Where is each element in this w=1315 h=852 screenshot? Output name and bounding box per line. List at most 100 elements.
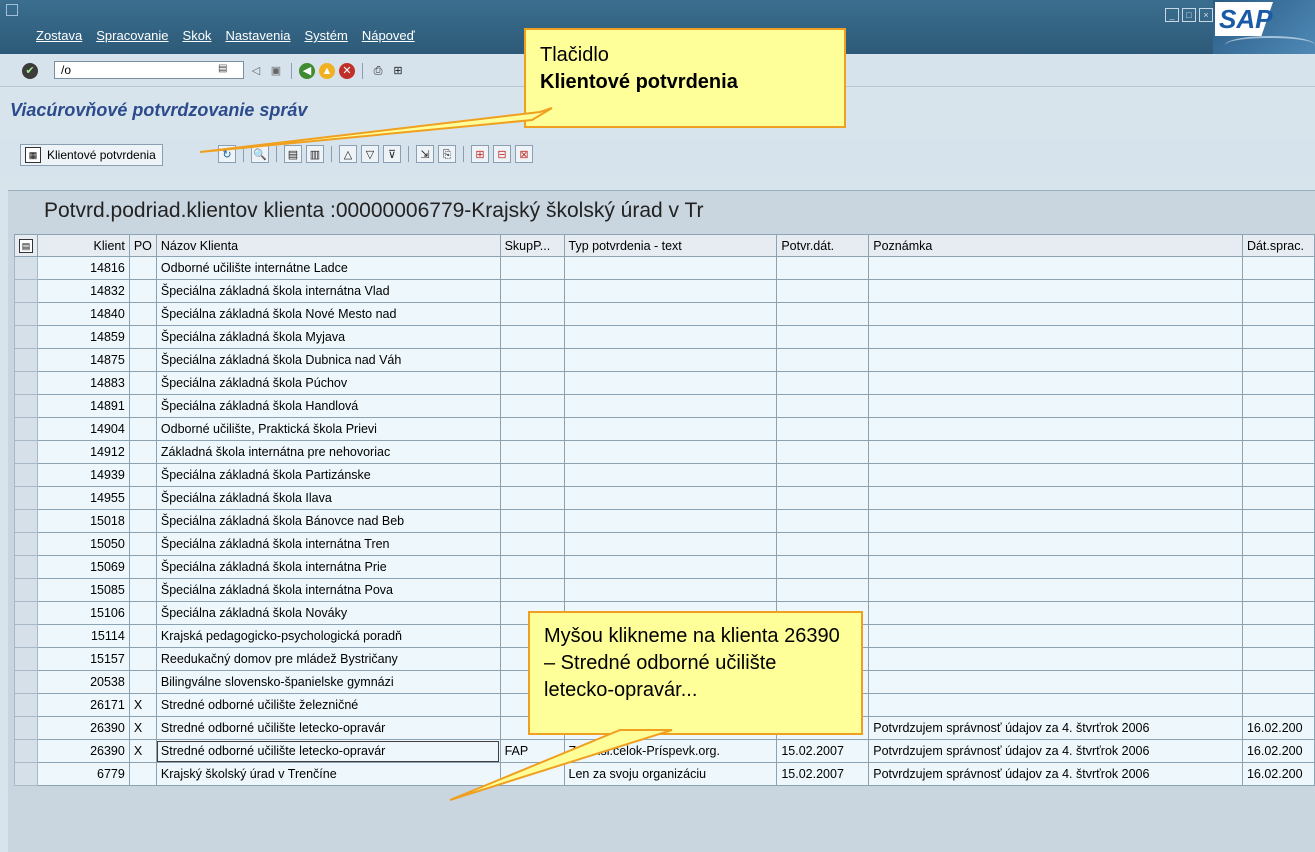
table-row[interactable]: 6779 Krajský školský úrad v Trenčíne Len z… [14,762,1315,786]
cell-nazov[interactable]: Špeciálna základná škola internátna Vlad [155,279,501,303]
cell-poznamka[interactable] [868,647,1243,671]
cell-po[interactable] [128,762,157,786]
cell-po[interactable] [128,509,157,533]
cell-poznamka[interactable] [868,601,1243,625]
cell-klient[interactable]: 14883 [37,371,130,395]
cell-typ[interactable] [563,325,778,349]
cell-potvr-dat[interactable] [776,256,870,280]
cell-dat-sprac[interactable] [1241,302,1315,326]
cell-typ[interactable] [563,256,778,280]
select-all-icon[interactable]: ▤ [284,145,302,163]
table-row[interactable]: 14939 Špeciálna základná škola Partizánsk… [14,463,1315,487]
cell-potvr-dat[interactable] [776,325,870,349]
cell-skupp[interactable] [499,348,565,372]
cell-po[interactable] [128,348,157,372]
cell-dat-sprac[interactable] [1241,624,1315,648]
cell-nazov[interactable]: Špeciálna základná škola Dubnica nad Váh [155,348,501,372]
cell-skupp[interactable] [499,394,565,418]
menu-nastavenia[interactable]: Nastavenia [225,28,290,50]
cell-klient[interactable]: 14939 [37,463,130,487]
cell-poznamka[interactable] [868,325,1243,349]
filter-off-icon[interactable]: ⊽ [383,145,401,163]
cell-po[interactable]: X [128,693,157,717]
table-row[interactable]: 15018 Špeciálna základná škola Bánovce na… [14,509,1315,533]
cell-skupp[interactable] [499,325,565,349]
row-selector[interactable] [14,739,38,763]
cell-typ[interactable] [563,417,778,441]
back-arrow-icon[interactable]: ◁ [248,63,264,79]
col-klient[interactable]: Klient [37,234,130,257]
cell-klient[interactable]: 26390 [37,716,130,740]
cell-dat-sprac[interactable] [1241,693,1315,717]
cell-skupp[interactable] [499,279,565,303]
system-menu-icon[interactable] [6,4,18,16]
col-nazov-klienta[interactable]: Názov Klienta [155,234,501,257]
row-selector[interactable] [14,716,38,740]
row-selector[interactable] [14,417,38,441]
cell-typ[interactable] [563,371,778,395]
cell-nazov[interactable]: Stredné odborné učilište železničné [155,693,501,717]
cell-dat-sprac[interactable]: 16.02.200 [1241,762,1315,786]
cell-dat-sprac[interactable] [1241,463,1315,487]
cell-poznamka[interactable] [868,256,1243,280]
cell-poznamka[interactable] [868,624,1243,648]
enter-icon[interactable]: ✔ [22,63,38,79]
cell-dat-sprac[interactable] [1241,325,1315,349]
table-row[interactable]: 15050 Špeciálna základná škola internátna… [14,532,1315,556]
row-selector[interactable] [14,325,38,349]
cell-dat-sprac[interactable] [1241,348,1315,372]
row-selector[interactable] [14,693,38,717]
cell-dat-sprac[interactable] [1241,371,1315,395]
col-potvr-dat[interactable]: Potvr.dát. [776,234,870,257]
cell-po[interactable] [128,440,157,464]
row-selector[interactable] [14,624,38,648]
cell-po[interactable] [128,256,157,280]
row-selector[interactable] [14,762,38,786]
cell-poznamka[interactable] [868,463,1243,487]
cell-skupp[interactable] [499,486,565,510]
cell-klient[interactable]: 14955 [37,486,130,510]
col-dat-sprac[interactable]: Dát.sprac. [1241,234,1315,257]
maximize-icon[interactable]: □ [1182,8,1196,22]
table-row[interactable]: 14816 Odborné učilište internátne Ladce [14,256,1315,280]
cell-nazov[interactable]: Špeciálna základná škola Myjava [155,325,501,349]
row-selector[interactable] [14,348,38,372]
row-selector[interactable] [14,394,38,418]
cell-po[interactable] [128,624,157,648]
cell-skupp[interactable] [499,371,565,395]
cell-dat-sprac[interactable] [1241,555,1315,579]
cell-potvr-dat[interactable] [776,555,870,579]
table-row[interactable]: 14832 Špeciálna základná škola internátna… [14,279,1315,303]
menu-skok[interactable]: Skok [183,28,212,50]
cell-typ[interactable] [563,578,778,602]
row-selector[interactable] [14,440,38,464]
cell-klient[interactable]: 15085 [37,578,130,602]
cell-poznamka[interactable]: Potvrdzujem správnosť údajov za 4. štvrť… [868,762,1243,786]
details-icon[interactable]: 🔍 [251,145,269,163]
row-selector[interactable] [14,302,38,326]
cell-klient[interactable]: 14859 [37,325,130,349]
row-selector[interactable] [14,256,38,280]
cell-poznamka[interactable] [868,417,1243,441]
cell-potvr-dat[interactable] [776,463,870,487]
menu-napoveda[interactable]: Nápoveď [362,28,415,50]
cell-potvr-dat[interactable] [776,417,870,441]
cell-poznamka[interactable] [868,486,1243,510]
back-icon[interactable]: ◀ [299,63,315,79]
cell-klient[interactable]: 26171 [37,693,130,717]
cell-dat-sprac[interactable] [1241,279,1315,303]
cell-skupp[interactable] [499,578,565,602]
cell-dat-sprac[interactable] [1241,647,1315,671]
cell-po[interactable] [128,647,157,671]
col-skupp[interactable]: SkupP... [499,234,565,257]
cell-klient[interactable]: 15018 [37,509,130,533]
cell-typ[interactable] [563,509,778,533]
col-poznamka[interactable]: Poznámka [868,234,1243,257]
cell-po[interactable] [128,670,157,694]
cell-typ[interactable] [563,555,778,579]
cell-potvr-dat[interactable] [776,486,870,510]
cell-poznamka[interactable] [868,371,1243,395]
choose-layout-icon[interactable]: ⊟ [493,145,511,163]
cell-skupp[interactable] [499,762,565,786]
sort-ascending-icon[interactable]: △ [339,145,357,163]
